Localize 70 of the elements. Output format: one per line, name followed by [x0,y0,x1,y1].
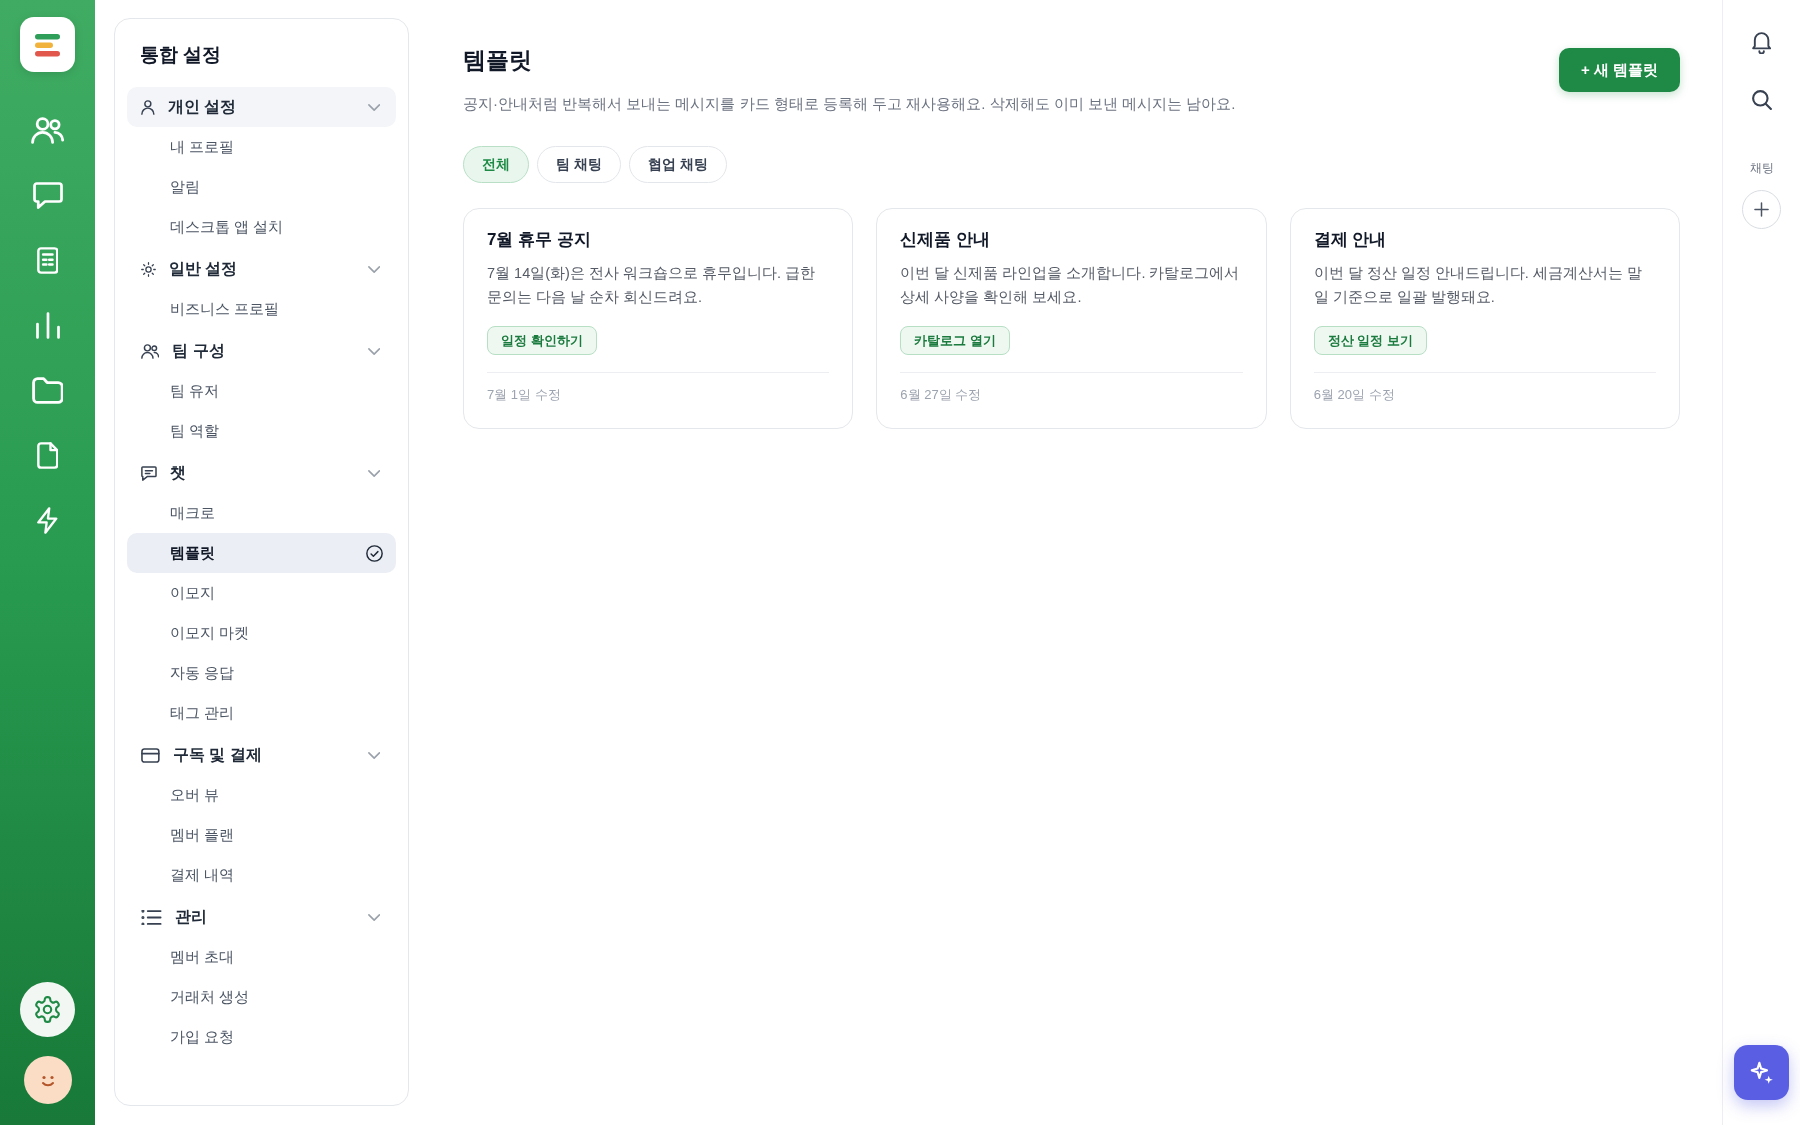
updated-date: 6월 20일 수정 [1313,387,1395,402]
filter-tab[interactable]: 팀 채팅 [537,146,621,183]
sidebar-item[interactable]: 팀 역할 [127,411,396,451]
page-description: 공지·안내처럼 반복해서 보내는 메시지를 카드 형태로 등록해 두고 재사용해요. 삭제해도 이미 보낸 메시지는 남아요. [463,94,1236,114]
message-icon [141,465,157,481]
bar-chart-icon[interactable] [35,312,60,339]
sidebar-item[interactable]: 팀 유저 [127,371,396,411]
sidebar-item[interactable]: 내 프로필 [127,127,396,167]
sidebar-item[interactable]: 데스크톱 앱 설치 [127,207,396,247]
settings-icon[interactable] [20,982,75,1037]
template-card[interactable]: 결제 안내 이번 달 정산 일정 안내드립니다. 세금계산서는 말일 기준으로 일괄 발행돼요. 정산 일정 보기 6월 20일 수정 [1289,208,1680,429]
sidebar-group-header[interactable]: 일반 설정 [127,249,396,289]
sidebar-item[interactable]: 자동 응답 [127,653,396,693]
lightning-icon[interactable] [37,507,58,534]
smiley-avatar-icon[interactable] [23,1056,72,1104]
template-card[interactable]: 신제품 안내 이번 달 신제품 라인업을 소개합니다. 카탈로그에서 상세 사양을 확인해 보세요. 카탈로그 열기 6월 27일 수정 [876,208,1267,429]
ai-assistant-button[interactable] [1734,1045,1789,1100]
sidebar-group-header[interactable]: 챗 [127,453,396,493]
card-action-button[interactable]: 일정 확인하기 [487,326,597,355]
section-label: 채팅 [1749,160,1774,176]
search-icon[interactable] [1751,90,1772,110]
sidebar-item[interactable]: 이모지 [127,573,396,613]
sidebar-item[interactable]: 멤버 플랜 [127,815,396,855]
sidebar-item[interactable]: 비즈니스 프로필 [127,289,396,329]
sidebar-item[interactable]: 오버 뷰 [127,775,396,815]
template-card[interactable]: 7월 휴무 공지 7월 14일(화)은 전사 워크숍으로 휴무입니다. 급한 문의는 다음 날 순차 회신드려요. 일정 확인하기 7월 1일 수정 [463,208,854,429]
users-icon[interactable] [30,117,65,144]
logo-icon[interactable] [20,17,75,72]
sidebar-group-header[interactable]: 개인 설정 [127,87,396,127]
card-text: 7월 14일(화)은 전사 워크숍으로 휴무입니다. 급한 문의는 다음 날 순차 회신드려요. [487,264,817,307]
panel-title: 통합 설정 [139,43,223,67]
users-icon [141,343,160,359]
filter-tab[interactable]: 전체 [463,146,529,183]
filter-tab[interactable]: 협업 채팅 [628,146,727,183]
card-text: 이번 달 정산 일정 안내드립니다. 세금계산서는 말일 기준으로 일괄 발행돼요. [1313,264,1643,307]
updated-date: 7월 1일 수정 [487,387,561,402]
sidebar-item[interactable]: 알림 [127,167,396,207]
sidebar-item[interactable]: 태그 관리 [127,693,396,733]
card-title: 결제 안내 [1313,229,1388,251]
updated-date: 6월 27일 수정 [900,387,982,402]
sparkle-icon [1749,1060,1774,1085]
sidebar-group-header[interactable]: 구독 및 결제 [127,735,396,775]
sun-icon [141,261,156,277]
card-text: 이번 달 신제품 라인업을 소개합니다. 카탈로그에서 상세 사양을 확인해 보세요. [900,264,1241,307]
card-action-button[interactable]: 정산 일정 보기 [1313,326,1427,355]
card-title: 신제품 안내 [900,229,992,251]
sidebar-item[interactable]: 매크로 [127,493,396,533]
plus-icon [1754,202,1769,217]
card-title: 7월 휴무 공지 [487,229,592,251]
sidebar-item[interactable]: 이모지 마켓 [127,613,396,653]
new-template-button[interactable]: + 새 템플릿 [1558,48,1680,92]
card-icon [141,747,160,763]
sidebar-item[interactable]: 결제 내역 [127,855,396,895]
sidebar-item[interactable]: 템플릿 [127,533,396,573]
sidebar-item[interactable]: 거래처 생성 [127,977,396,1017]
sidebar-group-header[interactable]: 팀 구성 [127,331,396,371]
bell-icon[interactable] [1751,32,1772,54]
card-action-button[interactable]: 카탈로그 열기 [900,326,1010,355]
check-circle-icon [366,544,383,562]
chat-bubble-icon[interactable] [32,182,63,209]
file-icon[interactable] [36,442,59,469]
spreadsheet-icon[interactable] [36,247,59,274]
list-icon [141,909,162,925]
sidebar-item[interactable]: 가입 요청 [127,1017,396,1057]
sidebar-group-header[interactable]: 관리 [127,897,396,937]
add-chat-button[interactable] [1742,190,1781,229]
sidebar-item[interactable]: 멤버 초대 [127,937,396,977]
folder-icon[interactable] [31,377,64,404]
person-icon [141,99,155,115]
page-title: 템플릿 [463,46,533,75]
